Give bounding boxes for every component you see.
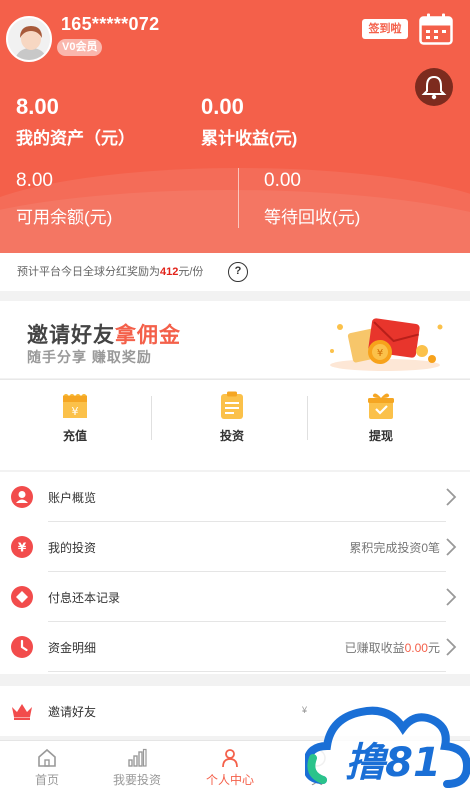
chevron-right-icon	[446, 638, 457, 656]
notice-prefix: 预计平台今日全球分红奖励为	[17, 266, 160, 278]
bell-icon[interactable]	[415, 68, 453, 106]
banner-title-highlight: 拿佣金	[115, 324, 181, 347]
avatar[interactable]	[6, 16, 52, 62]
action-label: 充值	[62, 429, 87, 443]
watermark-text: 撸81	[345, 740, 441, 786]
menu-item-label: 我的投资	[48, 541, 97, 555]
banner-title-part1: 邀请好友	[27, 324, 115, 347]
bar-chart-icon	[128, 748, 147, 767]
avatar-illustration-icon	[8, 18, 50, 60]
clipboard-icon	[221, 391, 243, 419]
action-divider	[151, 396, 152, 440]
site-watermark-logo: 撸81	[305, 706, 470, 788]
menu-item-label: 账户概览	[48, 491, 97, 505]
svg-text:¥: ¥	[377, 348, 383, 359]
calendar-icon[interactable]	[419, 13, 453, 45]
withdraw-button[interactable]: 提现	[306, 380, 456, 471]
svg-text:¥: ¥	[18, 541, 27, 555]
earned-income-suffix: 元	[427, 641, 440, 655]
menu-divider	[48, 671, 446, 672]
menu-item-interest-records[interactable]: 付息还本记录	[0, 572, 470, 622]
earned-income-prefix: 已赚取收益	[344, 641, 405, 655]
dividend-notice: 预计平台今日全球分红奖励为412元/份 ?	[0, 253, 470, 291]
earned-income-value: 0.00	[404, 641, 428, 655]
action-label: 投资	[219, 429, 244, 443]
invite-banner[interactable]: 邀请好友拿佣金 随手分享 赚取奖励 ¥	[0, 301, 470, 378]
tab-label: 我要投资	[112, 773, 161, 787]
vip-level-badge: V0会员	[57, 39, 103, 56]
pending-return-label: 等待回收(元)	[264, 208, 361, 227]
banner-subtitle: 随手分享 赚取奖励	[27, 349, 152, 365]
available-balance-value: 8.00	[16, 170, 53, 191]
account-menu: 账户概览 ¥ 我的投资 累积完成投资0笔 付息还本记录 资金明细 已赚取收益0.…	[0, 472, 470, 674]
chevron-right-icon	[446, 538, 457, 556]
menu-item-label: 资金明细	[48, 641, 97, 655]
user-icon	[11, 486, 33, 508]
total-assets-label: 我的资产（元）	[16, 129, 135, 148]
yen-icon: ¥	[11, 536, 33, 558]
crown-icon	[12, 704, 32, 720]
banner-title: 邀请好友拿佣金	[27, 319, 181, 349]
tab-label: 首页	[34, 773, 59, 787]
home-icon	[38, 748, 56, 767]
available-balance-label: 可用余额(元)	[16, 208, 113, 227]
stat-divider	[238, 168, 239, 228]
recharge-button[interactable]: ¥ 充值	[0, 380, 150, 471]
menu-item-label: 邀请好友	[48, 705, 97, 719]
tab-personal-center[interactable]: 个人中心	[183, 741, 277, 794]
notice-amount: 412	[160, 266, 179, 278]
clock-icon	[11, 636, 33, 658]
diamond-icon	[11, 586, 33, 608]
earned-income-text: 已赚取收益0.00元	[345, 639, 440, 656]
cumulative-income-value: 0.00	[201, 94, 244, 119]
tab-invest[interactable]: 我要投资	[90, 741, 184, 794]
menu-item-label: 付息还本记录	[48, 591, 121, 605]
red-envelope-coins-icon: ¥	[330, 318, 443, 371]
signin-button[interactable]: 签到啦	[362, 19, 408, 39]
invest-button[interactable]: 投资	[157, 380, 307, 471]
account-header: 165*****072 V0会员 签到啦 8.00 我的资产（元） 0.00 累…	[0, 0, 470, 253]
chevron-right-icon	[446, 488, 457, 506]
action-label: 提现	[368, 429, 393, 443]
investment-count-text: 累积完成投资0笔	[349, 541, 440, 555]
notice-suffix: 元/份	[178, 266, 204, 278]
total-assets-value: 8.00	[16, 94, 59, 119]
gift-box-icon	[368, 393, 394, 419]
pending-return-value: 0.00	[264, 170, 301, 191]
menu-item-account-overview[interactable]: 账户概览	[0, 472, 470, 522]
menu-item-my-investments[interactable]: ¥ 我的投资 累积完成投资0笔	[0, 522, 470, 572]
menu-item-fund-details[interactable]: 资金明细 已赚取收益0.00元	[0, 622, 470, 672]
tab-label: 个人中心	[205, 773, 254, 787]
help-icon[interactable]: ?	[228, 262, 248, 282]
svg-text:¥: ¥	[72, 405, 79, 418]
tab-home[interactable]: 首页	[0, 741, 94, 794]
wallet-icon: ¥	[63, 394, 87, 418]
cumulative-income-label: 累计收益(元)	[201, 129, 298, 148]
person-icon	[222, 749, 238, 768]
user-phone: 165*****072	[61, 14, 160, 34]
chevron-right-icon	[446, 588, 457, 606]
quick-actions: ¥ 充值 投资 提现	[0, 379, 470, 470]
